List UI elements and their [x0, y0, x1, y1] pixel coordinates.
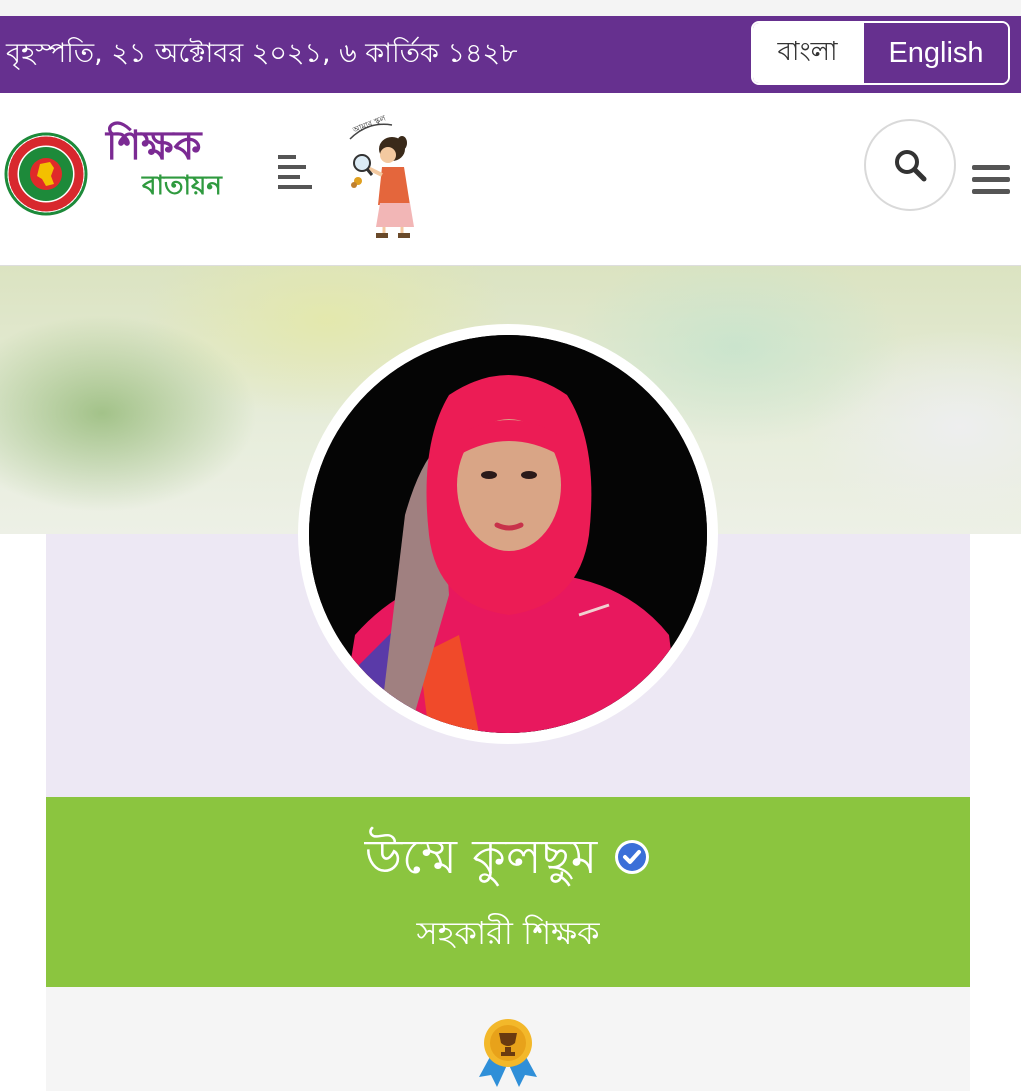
mascot-illustration[interactable]: আমার স্কুল — [340, 115, 430, 241]
profile-card-footer — [46, 987, 970, 1091]
svg-text:আমার স্কুল: আমার স্কুল — [350, 115, 387, 135]
government-seal-icon[interactable] — [4, 132, 88, 216]
avatar-photo — [309, 335, 707, 733]
language-bangla-button[interactable]: বাংলা — [753, 23, 862, 83]
profile-role: সহকারী শিক্ষক — [416, 914, 600, 952]
award-medal-icon — [479, 1019, 537, 1087]
site-header: শিক্ষক বাতায়ন আমার স্কুল — [0, 93, 1021, 266]
hamburger-menu-icon[interactable] — [972, 163, 1012, 195]
search-button[interactable] — [864, 119, 956, 211]
date-text: বৃহস্পতি, ২১ অক্টোবর ২০২১, ৬ কার্তিক ১৪২… — [6, 38, 518, 69]
profile-name-band: উম্মে কুলছুম সহকারী শিক্ষক — [46, 797, 970, 987]
language-switcher: বাংলা English — [751, 21, 1010, 85]
brand-subtitle: বাতায়ন — [142, 171, 222, 201]
language-english-button[interactable]: English — [862, 23, 1008, 83]
brand-logo[interactable]: শিক্ষক বাতায়ন — [104, 123, 234, 205]
search-icon — [895, 150, 927, 182]
top-gap — [0, 0, 1021, 16]
profile-name: উম্মে কুলছুম — [364, 829, 598, 885]
top-bar: বৃহস্পতি, ২১ অক্টোবর ২০২১, ৬ কার্তিক ১৪২… — [0, 16, 1021, 93]
verified-badge-icon — [615, 840, 650, 874]
align-left-icon[interactable] — [276, 153, 316, 193]
profile-avatar[interactable] — [298, 324, 718, 744]
brand-title: শিক্ষক — [106, 123, 202, 169]
